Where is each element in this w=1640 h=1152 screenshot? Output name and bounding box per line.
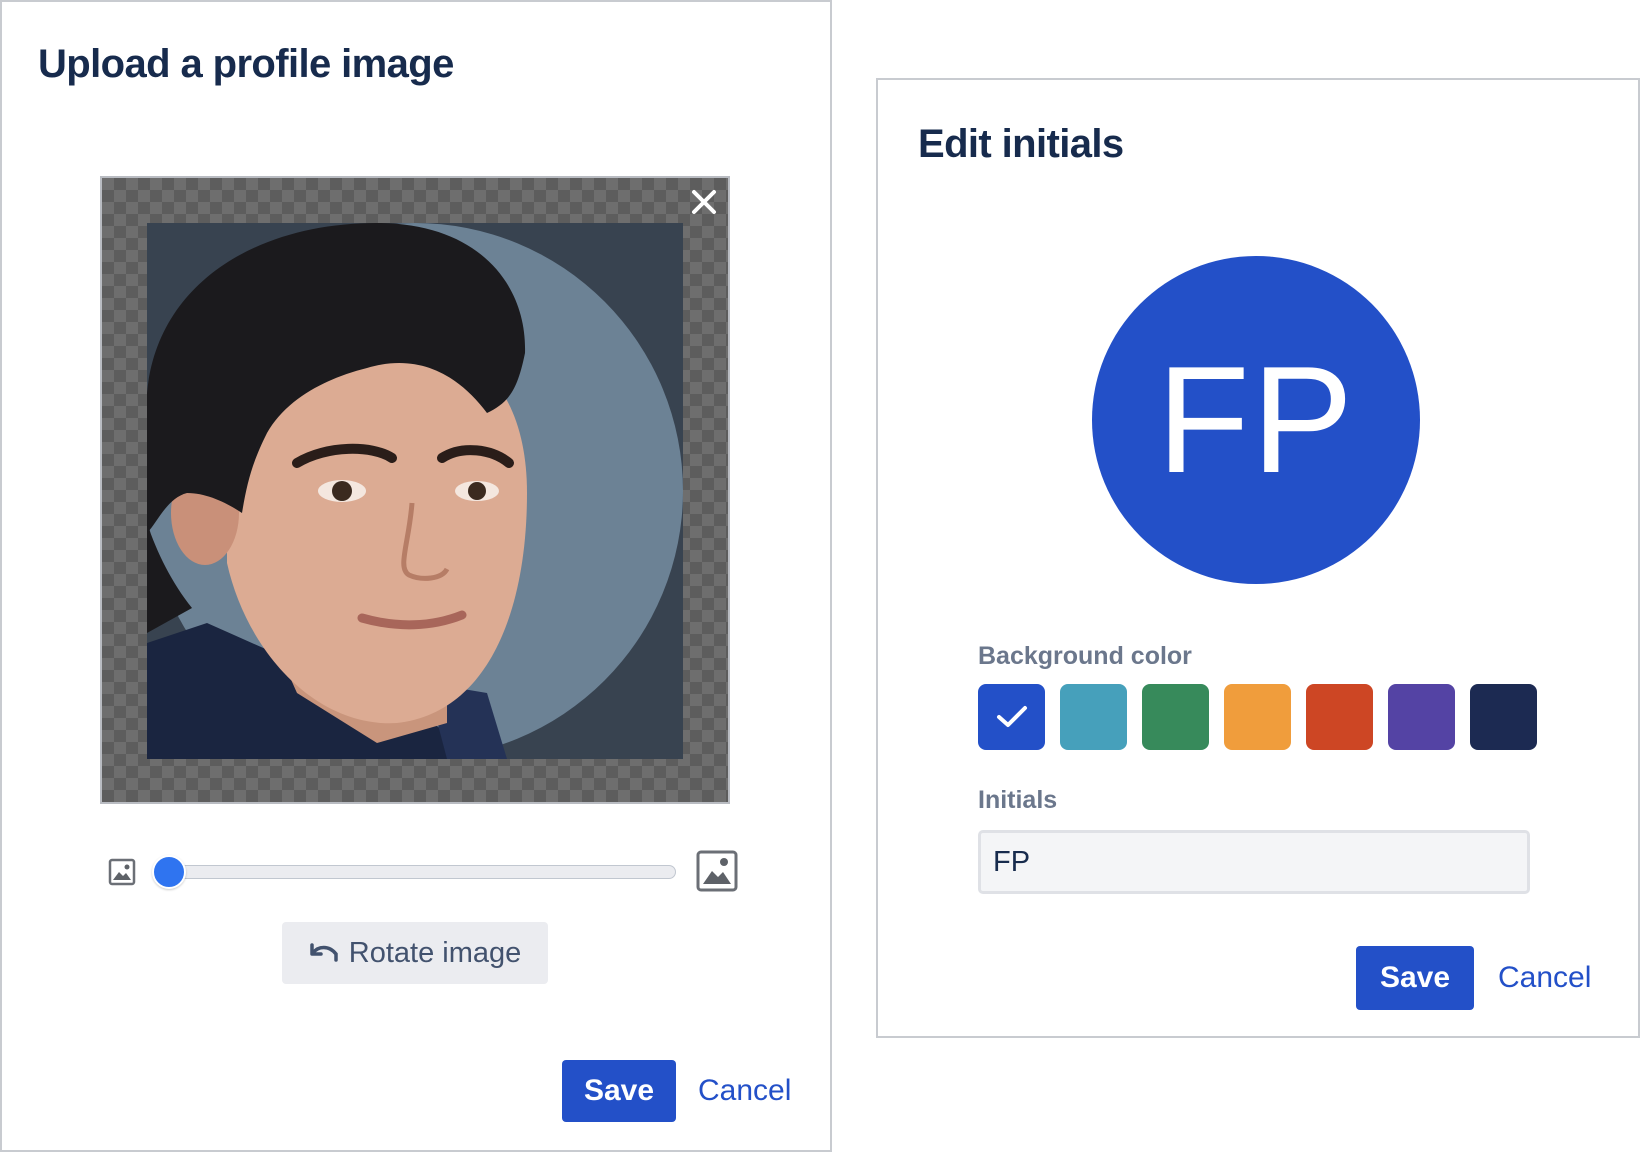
- profile-photo: [147, 223, 683, 759]
- color-swatch[interactable]: [1388, 684, 1455, 750]
- rotate-left-icon: [310, 943, 338, 962]
- color-swatch[interactable]: [1224, 684, 1291, 750]
- initials-input[interactable]: [978, 830, 1530, 894]
- initials-label: Initials: [978, 786, 1058, 814]
- save-button[interactable]: Save: [1356, 946, 1474, 1010]
- rotate-image-label: Rotate image: [348, 936, 522, 969]
- zoom-control: [106, 850, 738, 894]
- image-large-icon[interactable]: [696, 850, 738, 892]
- color-swatch-list: [978, 684, 1537, 750]
- color-swatch[interactable]: [1142, 684, 1209, 750]
- dialog-title: Edit initials: [918, 122, 1124, 166]
- dialog-title: Upload a profile image: [38, 42, 454, 86]
- color-swatch[interactable]: [978, 684, 1045, 750]
- color-swatch[interactable]: [1470, 684, 1537, 750]
- close-icon: [692, 190, 716, 214]
- save-button[interactable]: Save: [562, 1060, 676, 1122]
- checkmark-icon: [996, 706, 1027, 727]
- zoom-slider-thumb[interactable]: [152, 855, 186, 889]
- rotate-image-button[interactable]: Rotate image: [282, 922, 548, 984]
- image-small-icon[interactable]: [108, 858, 136, 886]
- color-swatch[interactable]: [1060, 684, 1127, 750]
- upload-profile-image-dialog: Upload a profile image Rotate image Save…: [0, 0, 832, 1152]
- background-color-label: Background color: [978, 642, 1192, 670]
- image-crop-area[interactable]: [100, 176, 730, 804]
- zoom-slider-track[interactable]: [156, 865, 676, 879]
- remove-image-button[interactable]: [686, 184, 722, 220]
- initials-avatar-preview: FP: [1092, 256, 1420, 584]
- color-swatch[interactable]: [1306, 684, 1373, 750]
- cancel-button[interactable]: Cancel: [1498, 946, 1591, 1010]
- cancel-button[interactable]: Cancel: [698, 1060, 791, 1122]
- edit-initials-dialog: Edit initials FP Background color Initia…: [876, 78, 1640, 1038]
